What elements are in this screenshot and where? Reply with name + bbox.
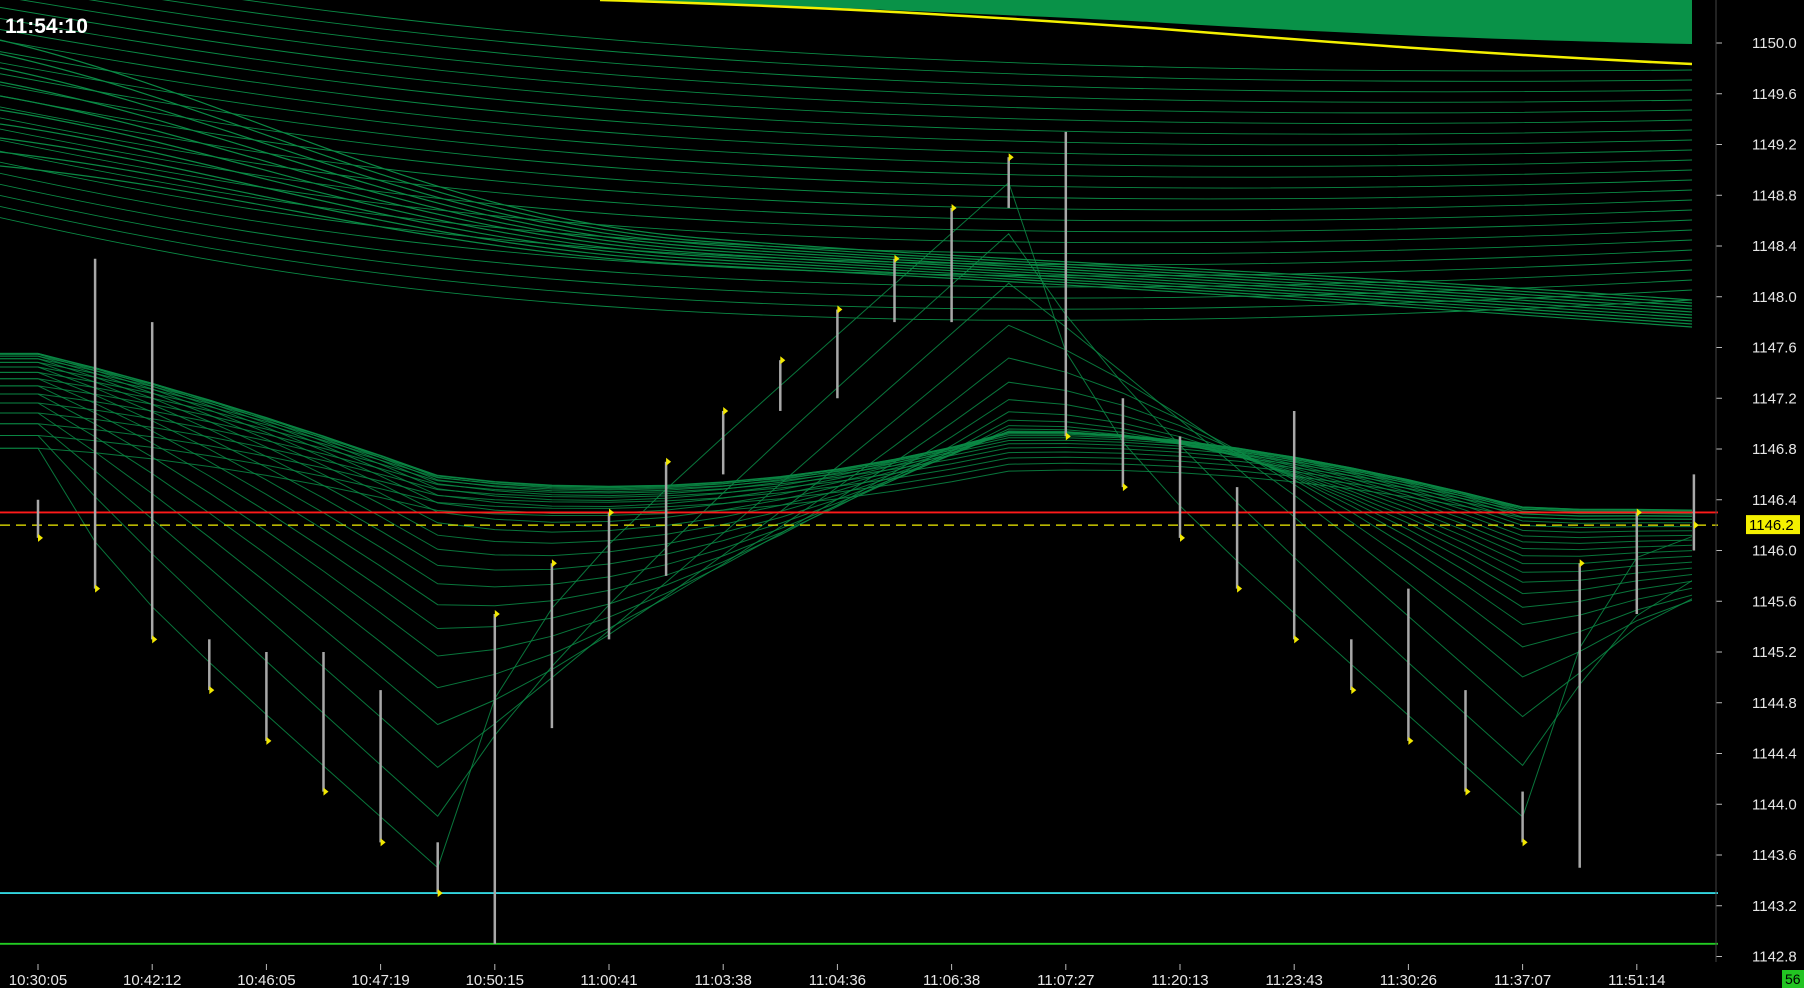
- bar-count-tag: 56: [1782, 970, 1804, 988]
- y-tick-label-9: 1146.4: [1752, 492, 1797, 509]
- y-tick-label-12: 1145.2: [1752, 644, 1797, 661]
- x-tick-label-10: 11:20:13: [1151, 972, 1208, 988]
- y-tick-label-7: 1147.2: [1752, 390, 1797, 407]
- x-tick-label-6: 11:03:38: [695, 972, 752, 988]
- bar-count-label: 56: [1785, 971, 1801, 987]
- y-tick-label-11: 1145.6: [1752, 593, 1797, 610]
- y-tick-label-1: 1149.6: [1752, 86, 1797, 103]
- y-tick-label-14: 1144.4: [1752, 746, 1797, 763]
- current-price-tag: 1146.2: [1746, 515, 1800, 535]
- x-tick-label-1: 10:42:12: [123, 972, 181, 988]
- x-tick-label-3: 10:47:19: [351, 972, 409, 988]
- y-tick-label-15: 1144.0: [1752, 796, 1797, 813]
- chart-background: [0, 0, 1804, 988]
- y-tick-label-4: 1148.4: [1752, 238, 1797, 255]
- x-tick-label-12: 11:30:26: [1380, 972, 1437, 988]
- price-chart: 1150.0 1149.6 1149.2 1148.8 1148.4 1148.0 1147…: [0, 0, 1804, 988]
- x-tick-label-13: 11:37:07: [1494, 972, 1551, 988]
- y-tick-label-2: 1149.2: [1752, 137, 1797, 154]
- y-tick-label-10: 1146.0: [1752, 543, 1797, 560]
- x-tick-label-8: 11:06:38: [923, 972, 980, 988]
- y-tick-label-18: 1142.8: [1752, 949, 1797, 966]
- x-tick-label-14: 11:51:14: [1608, 972, 1665, 988]
- x-tick-label-7: 11:04:36: [809, 972, 866, 988]
- y-tick-label-6: 1147.6: [1752, 340, 1797, 357]
- y-tick-label-8: 1146.8: [1752, 441, 1797, 458]
- y-tick-label-16: 1143.6: [1752, 847, 1797, 864]
- x-tick-label-11: 11:23:43: [1266, 972, 1323, 988]
- y-tick-label-5: 1148.0: [1752, 289, 1797, 306]
- current-price-label: 1146.2: [1749, 517, 1794, 534]
- x-tick-label-4: 10:50:15: [466, 972, 524, 988]
- x-tick-label-0: 10:30:05: [9, 972, 67, 988]
- clock-label: 11:54:10: [5, 15, 88, 38]
- y-tick-label-13: 1144.8: [1752, 695, 1797, 712]
- y-tick-label-3: 1148.8: [1752, 187, 1797, 204]
- y-tick-label-0: 1150.0: [1752, 35, 1797, 52]
- y-tick-label-17: 1143.2: [1752, 898, 1797, 915]
- x-tick-label-5: 11:00:41: [580, 972, 637, 988]
- x-tick-label-9: 11:07:27: [1037, 972, 1094, 988]
- x-tick-label-2: 10:46:05: [237, 972, 295, 988]
